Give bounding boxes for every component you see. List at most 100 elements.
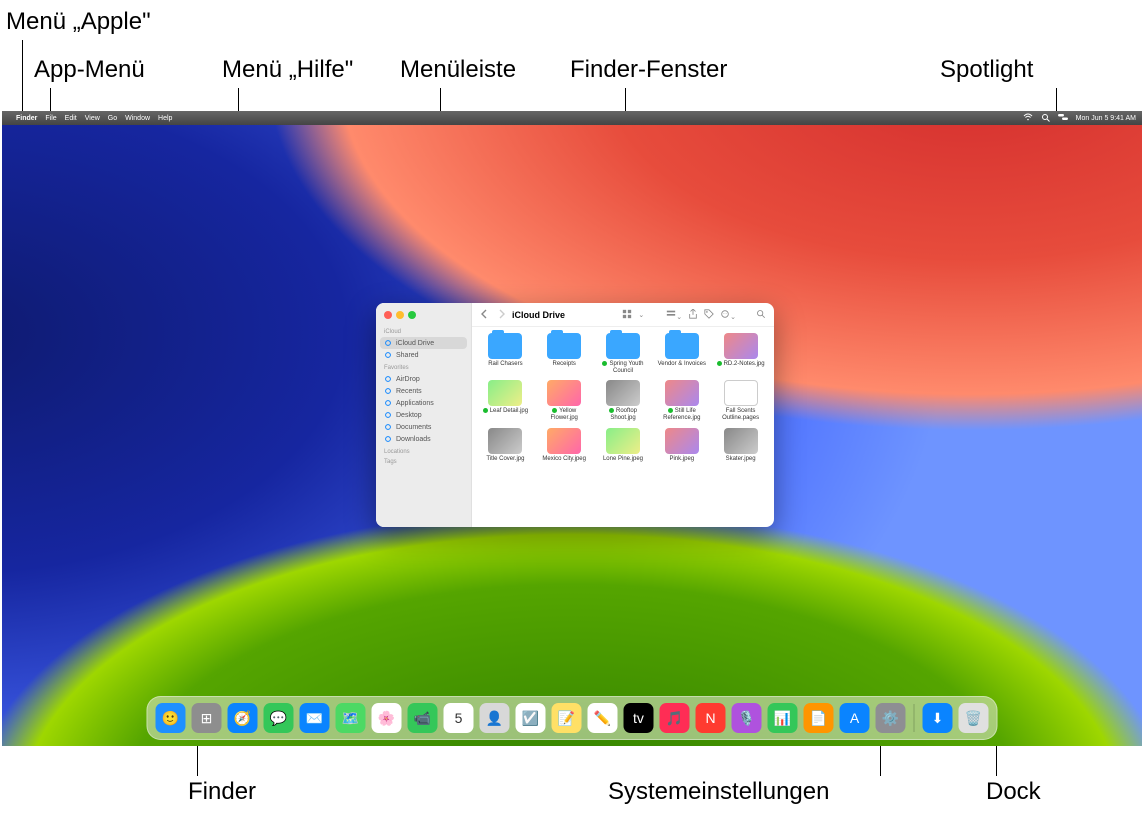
file-item[interactable]: Rail Chasers [480,333,531,374]
wifi-icon[interactable] [1023,113,1033,123]
file-item[interactable]: Yellow Flower.jpg [539,380,590,421]
dock-calendar[interactable]: 5 [444,703,474,733]
folder-icon [606,333,640,359]
view-icon-button[interactable] [622,309,632,321]
file-name: Lone Pine.jpeg [603,456,643,462]
callout-help-menu: Menü „Hilfe" [222,56,353,84]
desktop[interactable]: Finder File Edit View Go Window Help Mon… [2,111,1142,746]
sidebar-item-label: Recents [396,388,422,395]
file-name: Spring Youth Council [609,361,643,374]
dock-facetime[interactable]: 📹 [408,703,438,733]
forward-button[interactable] [496,309,506,321]
file-item[interactable]: Receipts [539,333,590,374]
file-item[interactable]: Lone Pine.jpeg [598,428,649,463]
dock-notes[interactable]: 📝 [552,703,582,733]
window-close-button[interactable] [384,311,392,319]
file-item[interactable]: Leaf Detail.jpg [480,380,531,421]
menu-finder[interactable]: Finder [16,115,37,122]
back-button[interactable] [480,309,490,321]
sidebar-item-airdrop[interactable]: AirDrop [380,373,467,385]
sidebar-item-desktop[interactable]: Desktop [380,409,467,421]
file-item[interactable]: Title Cover.jpg [480,428,531,463]
dock-appstore[interactable]: A [840,703,870,733]
control-center-icon[interactable] [1058,113,1068,123]
dock-freeform[interactable]: ✏️ [588,703,618,733]
action-button[interactable]: ⋯⌄ [720,309,736,321]
file-item[interactable]: Fall Scents Outline.pages [715,380,766,421]
menu-file[interactable]: File [45,115,56,122]
finder-window[interactable]: iCloudiCloud DriveSharedFavoritesAirDrop… [376,303,774,527]
file-name: Rail Chasers [488,361,522,367]
dock[interactable]: 🙂⊞🧭💬✉️🗺️🌸📹5👤☑️📝✏️tv🎵N🎙️📊📄A⚙️ ⬇︎🗑️ [147,696,998,740]
menu-go[interactable]: Go [108,115,117,122]
share-button[interactable] [688,309,698,321]
dock-numbers[interactable]: 📊 [768,703,798,733]
finder-toolbar: iCloud Drive ⌄ ⌄ ⋯⌄ [472,303,774,327]
tag-button[interactable] [704,309,714,321]
group-button[interactable]: ⌄ [666,309,682,321]
dock-podcasts[interactable]: 🎙️ [732,703,762,733]
file-item[interactable]: Pink.jpeg [656,428,707,463]
sync-status-dot [602,361,607,366]
sidebar-item-documents[interactable]: Documents [380,421,467,433]
file-item[interactable]: RD.2-Notes.jpg [715,333,766,374]
sync-status-dot [668,408,673,413]
file-item[interactable]: Vendor & Invoices [656,333,707,374]
dock-tv[interactable]: tv [624,703,654,733]
sidebar-item-shared[interactable]: Shared [380,349,467,361]
folder-icon [547,333,581,359]
file-item[interactable]: Spring Youth Council [598,333,649,374]
doc-icon [384,423,392,431]
dock-photos[interactable]: 🌸 [372,703,402,733]
dock-mail[interactable]: ✉️ [300,703,330,733]
sidebar-item-label: Shared [396,352,419,359]
dock-maps[interactable]: 🗺️ [336,703,366,733]
file-item[interactable]: Skater.jpeg [715,428,766,463]
connector [22,40,23,118]
search-button[interactable] [756,309,766,321]
dock-launchpad[interactable]: ⊞ [192,703,222,733]
file-item[interactable]: Still Life Reference.jpg [656,380,707,421]
menubar-datetime[interactable]: Mon Jun 5 9:41 AM [1076,115,1136,122]
dock-downloads[interactable]: ⬇︎ [923,703,953,733]
dock-trash[interactable]: 🗑️ [959,703,989,733]
menu-edit[interactable]: Edit [65,115,77,122]
dock-system-settings[interactable]: ⚙️ [876,703,906,733]
file-thumbnail [724,333,758,359]
dock-finder[interactable]: 🙂 [156,703,186,733]
sync-status-dot [483,408,488,413]
dock-messages[interactable]: 💬 [264,703,294,733]
finder-icon-grid[interactable]: Rail Chasers Receipts Spring Youth Council… [472,327,774,527]
callout-finder-dock: Finder [188,778,256,806]
sidebar-item-icloud-drive[interactable]: iCloud Drive [380,337,467,349]
file-item[interactable]: Rooftop Shoot.jpg [598,380,649,421]
dock-pages[interactable]: 📄 [804,703,834,733]
file-name: Skater.jpeg [726,456,756,462]
sidebar-item-downloads[interactable]: Downloads [380,433,467,445]
file-thumbnail [606,428,640,454]
desktop-icon [384,411,392,419]
view-options-button[interactable]: ⌄ [638,311,644,319]
file-name: Pink.jpeg [669,456,694,462]
dock-contacts[interactable]: 👤 [480,703,510,733]
file-thumbnail [488,428,522,454]
window-minimize-button[interactable] [396,311,404,319]
spotlight-icon[interactable] [1041,113,1050,124]
sidebar-item-label: Downloads [396,436,431,443]
dock-news[interactable]: N [696,703,726,733]
window-zoom-button[interactable] [408,311,416,319]
sync-status-dot [609,408,614,413]
dock-safari[interactable]: 🧭 [228,703,258,733]
dock-reminders[interactable]: ☑️ [516,703,546,733]
dock-music[interactable]: 🎵 [660,703,690,733]
file-thumbnail [665,380,699,406]
sidebar-item-applications[interactable]: Applications [380,397,467,409]
sync-status-dot [717,361,722,366]
file-item[interactable]: Mexico City.jpeg [539,428,590,463]
menu-window[interactable]: Window [125,115,150,122]
menu-view[interactable]: View [85,115,100,122]
sync-status-dot [552,408,557,413]
sidebar-item-recents[interactable]: Recents [380,385,467,397]
file-thumbnail [547,428,581,454]
menu-help[interactable]: Help [158,115,172,122]
